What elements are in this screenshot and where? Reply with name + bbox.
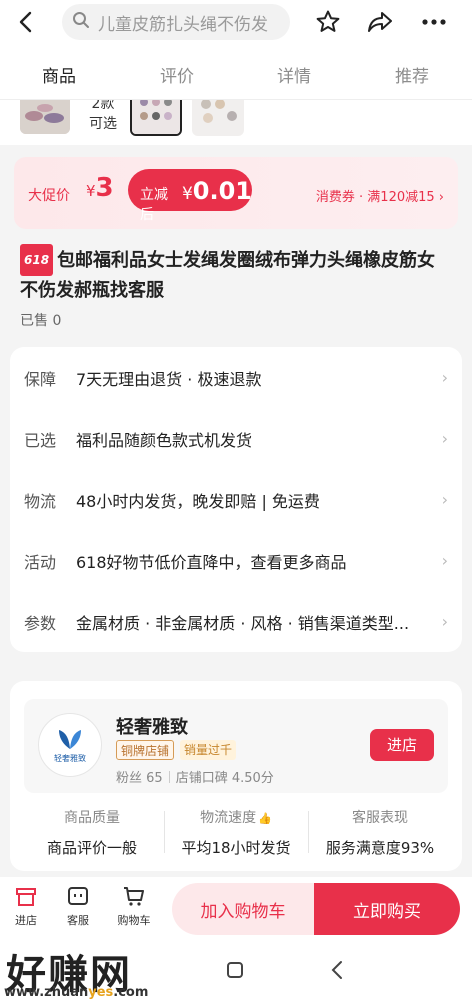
sales-badge: 销量过千 bbox=[180, 740, 237, 760]
sold-count: 已售 0 bbox=[20, 313, 62, 329]
customer-service-button[interactable]: 客服 bbox=[58, 885, 98, 928]
product-title: 618 包邮福利品女士发绳发圈绒布弹力头绳橡皮筋女不伤发郝瓶找客服 bbox=[20, 244, 450, 306]
more-icon[interactable] bbox=[418, 6, 450, 38]
buy-now-button[interactable]: 立即购买 bbox=[314, 883, 460, 935]
info-row-logistics[interactable]: 物流 48小时内发货，晚发即赔 | 免运费 › bbox=[10, 469, 462, 530]
cart-icon bbox=[124, 887, 144, 906]
back-nav-icon[interactable] bbox=[330, 959, 344, 985]
stat-logistics: 物流速度 👍 平均18小时发货 bbox=[181, 810, 291, 857]
variant-count: 2款 可选 bbox=[89, 100, 117, 132]
favorite-star-icon[interactable] bbox=[312, 6, 344, 38]
watermark-url: www.zhuanyes.com bbox=[4, 985, 149, 999]
tab-details[interactable]: 详情 bbox=[277, 62, 311, 87]
product-title-area: 618 包邮福利品女士发绳发圈绒布弹力头绳橡皮筋女不伤发郝瓶找客服 已售 0 bbox=[0, 236, 472, 340]
store-button[interactable]: 进店 bbox=[6, 885, 46, 928]
bottom-action-bar: 进店 客服 购物车 加入购物车 立即购买 bbox=[0, 877, 472, 939]
bronze-shop-badge: 铜牌店铺 bbox=[116, 740, 175, 760]
search-icon bbox=[72, 11, 90, 33]
chevron-right-icon: › bbox=[441, 368, 448, 387]
chevron-right-icon: › bbox=[441, 429, 448, 448]
shop-logo[interactable]: 轻奢雅致 bbox=[38, 713, 102, 777]
top-bar: 儿童皮筋扎头绳不伤发 bbox=[0, 0, 472, 44]
enter-shop-button[interactable]: 进店 bbox=[370, 729, 434, 761]
variant-thumb[interactable] bbox=[192, 100, 244, 136]
chevron-right-icon: › bbox=[441, 490, 448, 509]
shop-meta: 粉丝 65 店铺口碑 4.50分 bbox=[116, 771, 274, 786]
chat-icon bbox=[68, 887, 88, 905]
share-icon[interactable] bbox=[364, 6, 396, 38]
system-nav-bar: 好赚网 www.zhuanyes.com bbox=[0, 939, 472, 999]
info-row-params[interactable]: 参数 金属材质 · 非金属材质 · 风格 · 销售渠道类型... › bbox=[10, 591, 462, 652]
cart-button[interactable]: 购物车 bbox=[114, 885, 154, 928]
shop-header: 轻奢雅致 轻奢雅致 铜牌店铺 销量过千 粉丝 65 店铺口碑 4.50分 进店 bbox=[24, 699, 448, 793]
promo-price: ¥3 bbox=[86, 173, 114, 203]
search-placeholder: 儿童皮筋扎头绳不伤发 bbox=[98, 14, 268, 35]
tab-bar: 商品 评价 详情 推荐 bbox=[0, 44, 472, 100]
home-icon[interactable] bbox=[226, 961, 244, 983]
variant-strip: 2款 可选 bbox=[0, 100, 472, 145]
promo-618-badge: 618 bbox=[20, 244, 54, 276]
info-row-selected[interactable]: 已选 福利品随颜色款式机发货 › bbox=[10, 408, 462, 469]
coupon-link[interactable]: 消费券 · 满120减15 › bbox=[316, 186, 444, 205]
back-icon[interactable] bbox=[18, 0, 52, 44]
tab-product[interactable]: 商品 bbox=[42, 62, 76, 87]
store-icon bbox=[16, 888, 36, 906]
stat-quality: 商品质量 商品评价一般 bbox=[46, 810, 137, 857]
shop-name: 轻奢雅致 bbox=[116, 717, 188, 738]
tab-reviews[interactable]: 评价 bbox=[160, 62, 194, 87]
variant-thumb[interactable] bbox=[20, 100, 70, 134]
shop-card: 轻奢雅致 轻奢雅致 铜牌店铺 销量过千 粉丝 65 店铺口碑 4.50分 进店 商… bbox=[10, 681, 462, 871]
promo-label: 大促价 bbox=[28, 188, 70, 204]
stat-service: 客服表现 服务满意度93% bbox=[325, 810, 435, 857]
promo-banner: 大促价 ¥3 立减后 ¥0.01 消费券 · 满120减15 › bbox=[14, 157, 458, 229]
info-row-guarantee[interactable]: 保障 7天无理由退货 · 极速退款 › bbox=[10, 347, 462, 408]
chevron-right-icon: › bbox=[441, 612, 448, 631]
service-info-card: 保障 7天无理由退货 · 极速退款 › 已选 福利品随颜色款式机发货 › 物流 … bbox=[10, 347, 462, 652]
divider bbox=[308, 811, 309, 853]
variant-thumb-selected[interactable] bbox=[130, 100, 182, 136]
tab-recommend[interactable]: 推荐 bbox=[395, 62, 429, 87]
info-row-activity[interactable]: 活动 618好物节低价直降中，查看更多商品 › bbox=[10, 530, 462, 591]
add-to-cart-button[interactable]: 加入购物车 bbox=[172, 883, 314, 935]
thumbs-up-icon: 👍 bbox=[258, 812, 272, 825]
chevron-right-icon: › bbox=[441, 551, 448, 570]
discount-price-pill: 立减后 ¥0.01 bbox=[128, 169, 252, 223]
search-input[interactable]: 儿童皮筋扎头绳不伤发 bbox=[62, 4, 290, 40]
divider bbox=[164, 811, 165, 853]
